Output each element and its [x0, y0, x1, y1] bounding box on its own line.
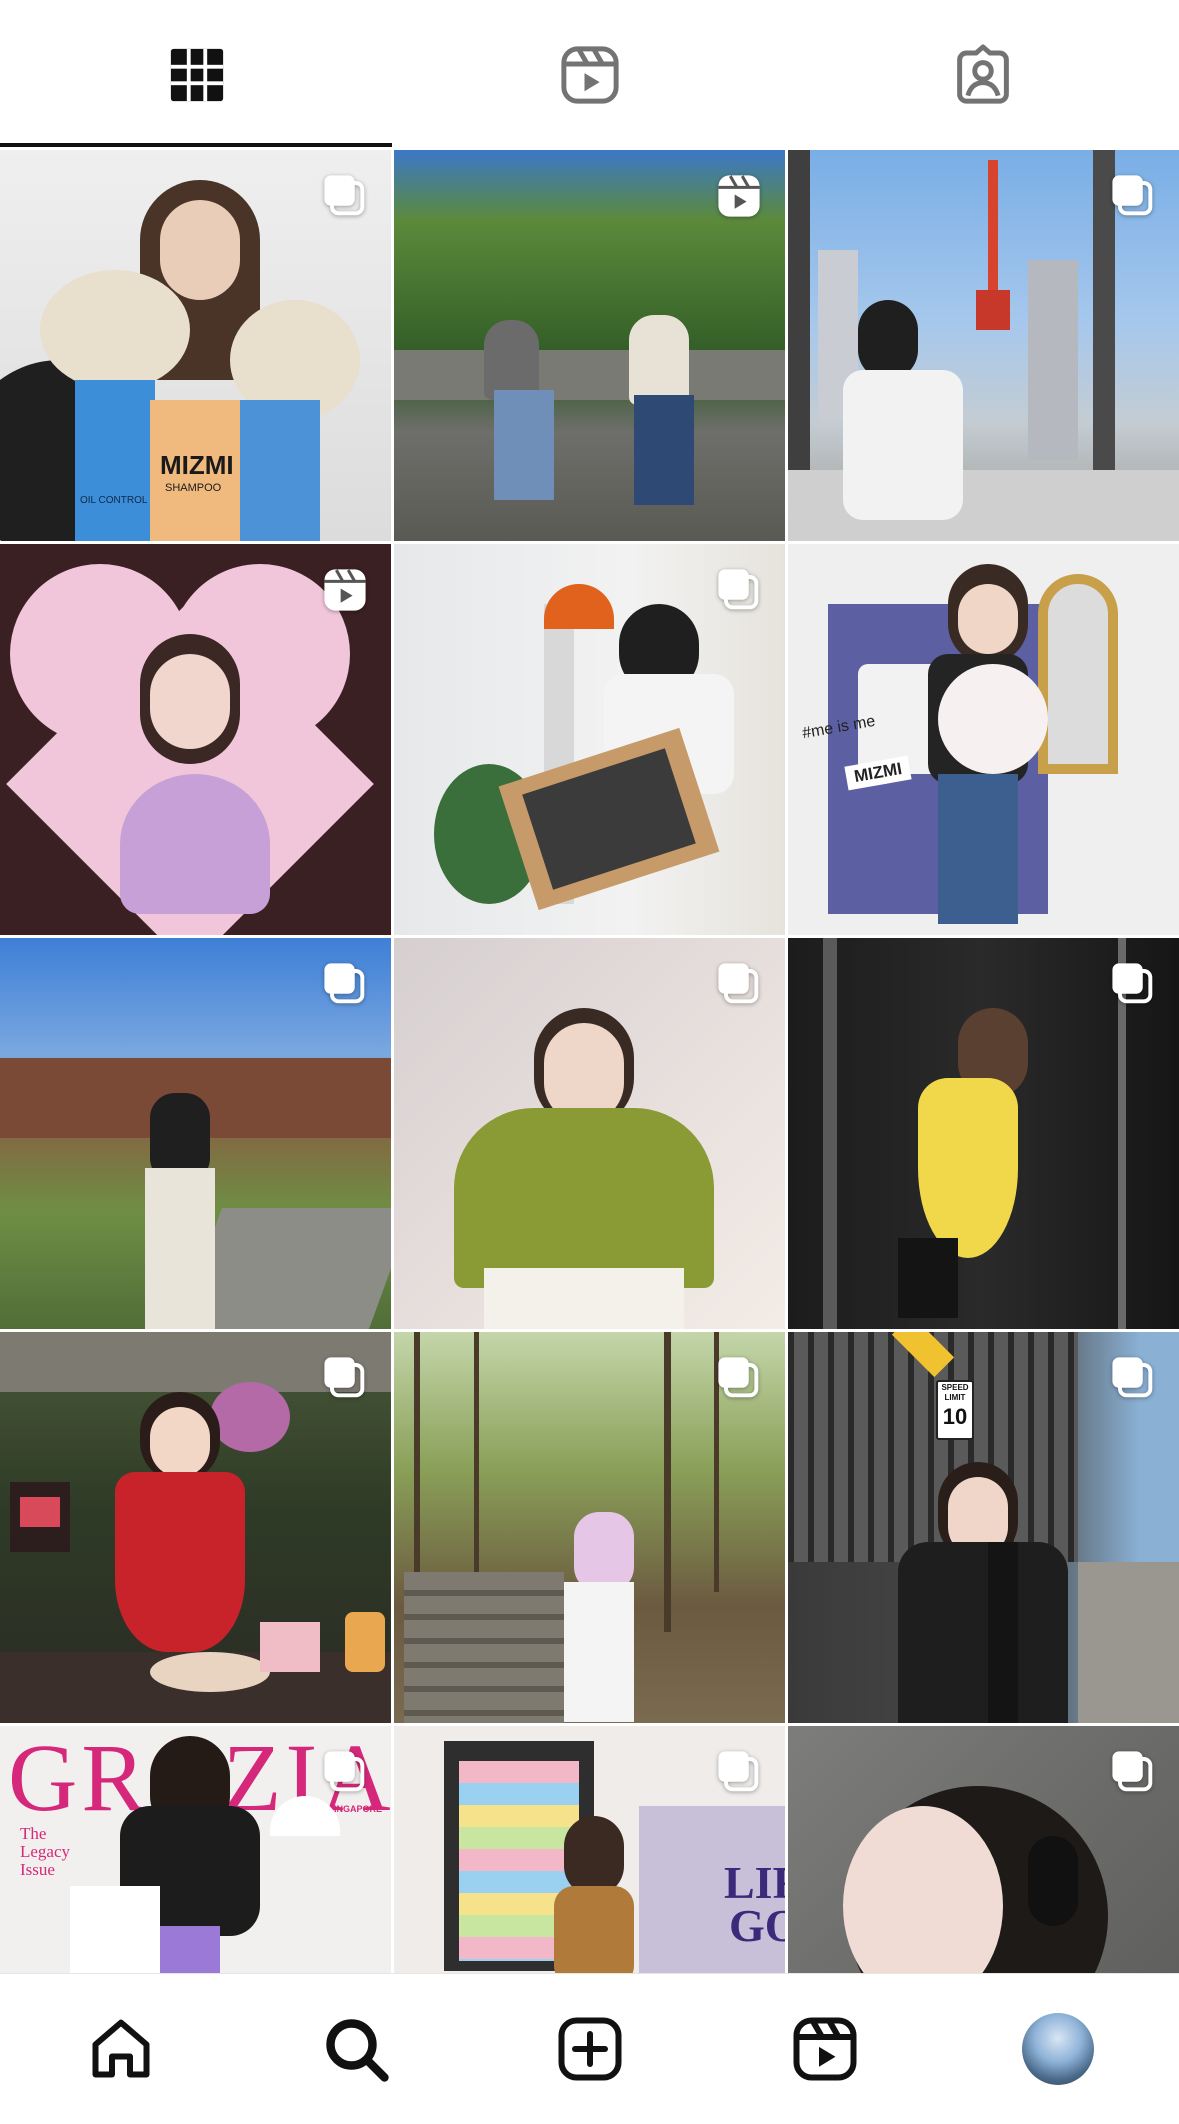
post-tile[interactable]: LIFE GO — [394, 1726, 785, 1973]
tab-posts-grid[interactable] — [0, 0, 393, 150]
post-tile[interactable] — [788, 1726, 1179, 1973]
carousel-icon — [1107, 170, 1159, 222]
carousel-icon — [713, 564, 765, 616]
bottle-label-text: SHAMPOO — [165, 482, 222, 494]
profile-content-tabs — [0, 0, 1179, 150]
carousel-icon — [319, 1352, 371, 1404]
post-tile[interactable] — [0, 1332, 391, 1723]
carousel-icon — [1107, 1352, 1159, 1404]
reels-icon — [319, 564, 371, 616]
posts-grid: MIZMI SHAMPOO OIL CONTROL #me is me MIZM… — [0, 150, 1179, 1973]
magazine-cover-line: Legacy — [20, 1842, 71, 1861]
profile-avatar — [1021, 2013, 1094, 2085]
tab-reels[interactable] — [393, 0, 786, 150]
nav-reels-button[interactable] — [707, 1974, 942, 2124]
reels-icon — [793, 2017, 856, 2081]
post-tile[interactable] — [394, 1332, 785, 1723]
post-tile[interactable] — [394, 544, 785, 935]
tab-tagged[interactable] — [786, 0, 1179, 150]
sign-limit-text: LIMIT — [944, 1393, 966, 1402]
search-icon — [325, 2019, 389, 2082]
nav-profile-button[interactable] — [940, 1974, 1175, 2124]
post-tile[interactable]: GRAZIA SINGAPORE The Legacy Issue — [0, 1726, 391, 1973]
carousel-icon — [319, 958, 371, 1010]
magazine-cover-line: The — [20, 1824, 47, 1843]
bottle-label-text: OIL CONTROL — [80, 495, 148, 506]
magazine-cover-line: Issue — [20, 1860, 55, 1879]
sign-number-text: 10 — [942, 1404, 968, 1429]
tagged-person-icon — [956, 44, 1009, 104]
carousel-icon — [319, 1746, 371, 1798]
home-icon — [92, 2019, 149, 2078]
post-tile[interactable]: #me is me MIZMI — [788, 544, 1179, 935]
post-tile[interactable]: MIZMI SHAMPOO OIL CONTROL — [0, 150, 391, 541]
carousel-icon — [713, 1352, 765, 1404]
post-tile[interactable] — [394, 938, 785, 1329]
carousel-icon — [1107, 1746, 1159, 1798]
grid-icon — [170, 48, 223, 102]
nav-home-button[interactable] — [3, 1974, 238, 2124]
carousel-icon — [319, 170, 371, 222]
bottom-navigation — [0, 1973, 1179, 2124]
post-tile[interactable] — [788, 938, 1179, 1329]
carousel-icon — [1107, 958, 1159, 1010]
reels-icon — [713, 170, 765, 222]
post-tile[interactable] — [0, 544, 391, 935]
nav-create-button[interactable] — [472, 1974, 707, 2124]
carousel-icon — [713, 958, 765, 1010]
nav-search-button[interactable] — [238, 1974, 473, 2124]
artwork-text: GO — [729, 1900, 785, 1951]
carousel-icon — [713, 1746, 765, 1798]
magazine-edition-text: SINGAPORE — [328, 1804, 383, 1814]
sign-speed-text: SPEED — [941, 1383, 969, 1392]
post-tile[interactable] — [394, 150, 785, 541]
active-tab-indicator — [0, 143, 392, 147]
post-tile[interactable]: SPEED LIMIT 10 — [788, 1332, 1179, 1723]
create-post-icon — [558, 2017, 621, 2081]
post-tile[interactable] — [788, 150, 1179, 541]
reels-icon — [560, 46, 619, 104]
post-tile[interactable] — [0, 938, 391, 1329]
bottle-brand-text: MIZMI — [160, 450, 234, 480]
